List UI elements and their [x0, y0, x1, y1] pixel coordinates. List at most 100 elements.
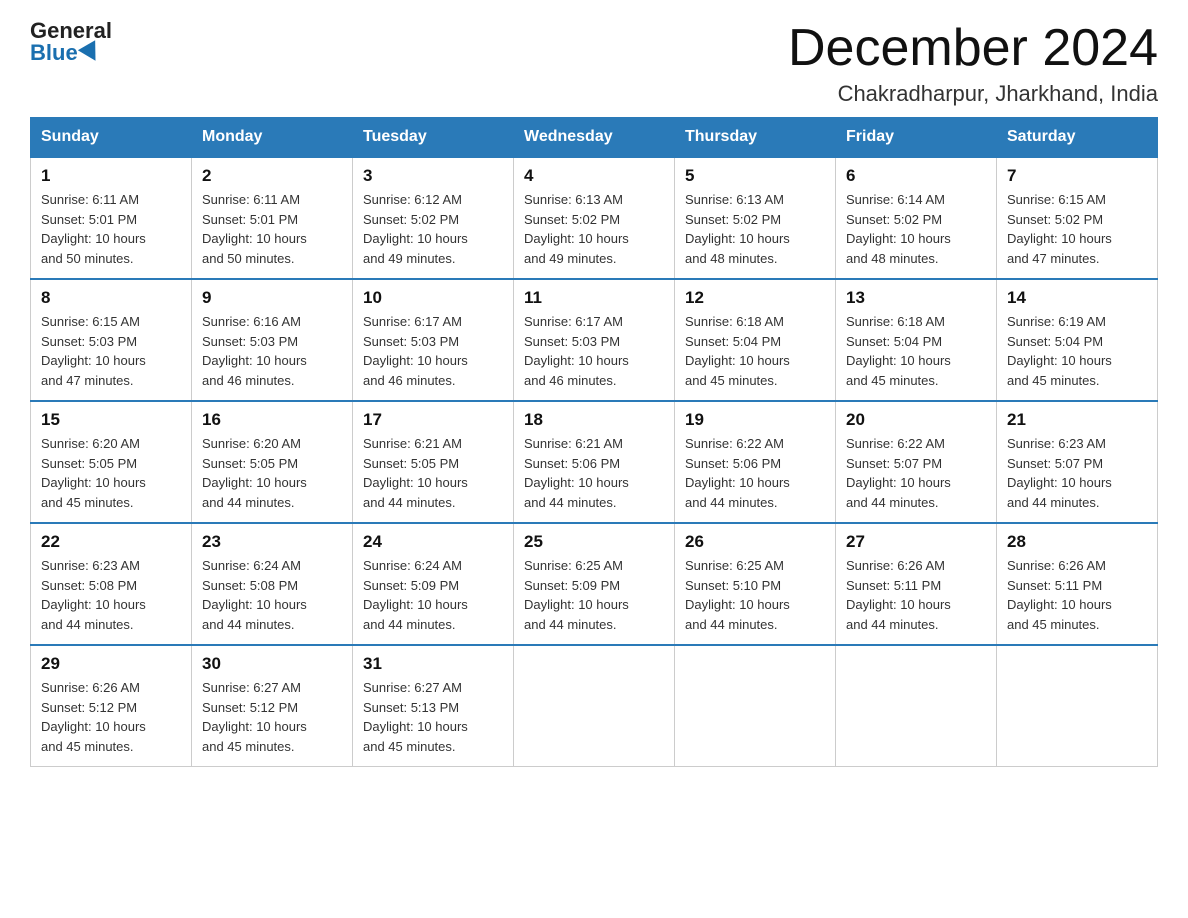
day-number: 13	[846, 288, 986, 308]
day-info: Sunrise: 6:25 AMSunset: 5:09 PMDaylight:…	[524, 558, 629, 632]
day-number: 28	[1007, 532, 1147, 552]
calendar-title: December 2024	[788, 20, 1158, 77]
day-info: Sunrise: 6:24 AMSunset: 5:08 PMDaylight:…	[202, 558, 307, 632]
logo-general-text: General	[30, 20, 112, 42]
calendar-cell: 16 Sunrise: 6:20 AMSunset: 5:05 PMDaylig…	[192, 401, 353, 523]
calendar-cell: 3 Sunrise: 6:12 AMSunset: 5:02 PMDayligh…	[353, 157, 514, 279]
calendar-cell: 1 Sunrise: 6:11 AMSunset: 5:01 PMDayligh…	[31, 157, 192, 279]
calendar-cell: 11 Sunrise: 6:17 AMSunset: 5:03 PMDaylig…	[514, 279, 675, 401]
calendar-cell	[514, 645, 675, 767]
day-info: Sunrise: 6:11 AMSunset: 5:01 PMDaylight:…	[202, 192, 307, 266]
day-number: 22	[41, 532, 181, 552]
calendar-cell: 25 Sunrise: 6:25 AMSunset: 5:09 PMDaylig…	[514, 523, 675, 645]
calendar-cell: 13 Sunrise: 6:18 AMSunset: 5:04 PMDaylig…	[836, 279, 997, 401]
calendar-cell: 9 Sunrise: 6:16 AMSunset: 5:03 PMDayligh…	[192, 279, 353, 401]
day-number: 24	[363, 532, 503, 552]
day-info: Sunrise: 6:22 AMSunset: 5:07 PMDaylight:…	[846, 436, 951, 510]
header-monday: Monday	[192, 118, 353, 158]
day-number: 5	[685, 166, 825, 186]
calendar-cell: 12 Sunrise: 6:18 AMSunset: 5:04 PMDaylig…	[675, 279, 836, 401]
day-number: 16	[202, 410, 342, 430]
day-number: 12	[685, 288, 825, 308]
header-sunday: Sunday	[31, 118, 192, 158]
day-info: Sunrise: 6:25 AMSunset: 5:10 PMDaylight:…	[685, 558, 790, 632]
day-number: 17	[363, 410, 503, 430]
day-number: 20	[846, 410, 986, 430]
calendar-cell: 26 Sunrise: 6:25 AMSunset: 5:10 PMDaylig…	[675, 523, 836, 645]
day-number: 9	[202, 288, 342, 308]
calendar-cell: 6 Sunrise: 6:14 AMSunset: 5:02 PMDayligh…	[836, 157, 997, 279]
day-number: 11	[524, 288, 664, 308]
day-number: 14	[1007, 288, 1147, 308]
calendar-cell: 14 Sunrise: 6:19 AMSunset: 5:04 PMDaylig…	[997, 279, 1158, 401]
day-info: Sunrise: 6:18 AMSunset: 5:04 PMDaylight:…	[685, 314, 790, 388]
calendar-cell: 5 Sunrise: 6:13 AMSunset: 5:02 PMDayligh…	[675, 157, 836, 279]
day-info: Sunrise: 6:26 AMSunset: 5:12 PMDaylight:…	[41, 680, 146, 754]
day-number: 3	[363, 166, 503, 186]
day-info: Sunrise: 6:26 AMSunset: 5:11 PMDaylight:…	[1007, 558, 1112, 632]
calendar-cell	[675, 645, 836, 767]
day-info: Sunrise: 6:18 AMSunset: 5:04 PMDaylight:…	[846, 314, 951, 388]
day-info: Sunrise: 6:21 AMSunset: 5:06 PMDaylight:…	[524, 436, 629, 510]
day-info: Sunrise: 6:23 AMSunset: 5:07 PMDaylight:…	[1007, 436, 1112, 510]
day-info: Sunrise: 6:27 AMSunset: 5:13 PMDaylight:…	[363, 680, 468, 754]
calendar-cell: 18 Sunrise: 6:21 AMSunset: 5:06 PMDaylig…	[514, 401, 675, 523]
day-number: 15	[41, 410, 181, 430]
day-number: 10	[363, 288, 503, 308]
day-info: Sunrise: 6:17 AMSunset: 5:03 PMDaylight:…	[524, 314, 629, 388]
calendar-cell: 29 Sunrise: 6:26 AMSunset: 5:12 PMDaylig…	[31, 645, 192, 767]
calendar-cell: 8 Sunrise: 6:15 AMSunset: 5:03 PMDayligh…	[31, 279, 192, 401]
calendar-cell: 17 Sunrise: 6:21 AMSunset: 5:05 PMDaylig…	[353, 401, 514, 523]
calendar-week-5: 29 Sunrise: 6:26 AMSunset: 5:12 PMDaylig…	[31, 645, 1158, 767]
calendar-cell: 19 Sunrise: 6:22 AMSunset: 5:06 PMDaylig…	[675, 401, 836, 523]
calendar-cell: 24 Sunrise: 6:24 AMSunset: 5:09 PMDaylig…	[353, 523, 514, 645]
calendar-cell	[836, 645, 997, 767]
logo: General Blue	[30, 20, 112, 64]
day-number: 1	[41, 166, 181, 186]
calendar-cell: 27 Sunrise: 6:26 AMSunset: 5:11 PMDaylig…	[836, 523, 997, 645]
day-info: Sunrise: 6:21 AMSunset: 5:05 PMDaylight:…	[363, 436, 468, 510]
header-friday: Friday	[836, 118, 997, 158]
calendar-cell: 31 Sunrise: 6:27 AMSunset: 5:13 PMDaylig…	[353, 645, 514, 767]
title-block: December 2024 Chakradharpur, Jharkhand, …	[788, 20, 1158, 107]
calendar-week-1: 1 Sunrise: 6:11 AMSunset: 5:01 PMDayligh…	[31, 157, 1158, 279]
calendar-subtitle: Chakradharpur, Jharkhand, India	[788, 81, 1158, 107]
calendar-cell: 20 Sunrise: 6:22 AMSunset: 5:07 PMDaylig…	[836, 401, 997, 523]
day-info: Sunrise: 6:26 AMSunset: 5:11 PMDaylight:…	[846, 558, 951, 632]
calendar-header-row: SundayMondayTuesdayWednesdayThursdayFrid…	[31, 118, 1158, 158]
day-number: 29	[41, 654, 181, 674]
day-info: Sunrise: 6:20 AMSunset: 5:05 PMDaylight:…	[41, 436, 146, 510]
day-info: Sunrise: 6:11 AMSunset: 5:01 PMDaylight:…	[41, 192, 146, 266]
calendar-cell: 7 Sunrise: 6:15 AMSunset: 5:02 PMDayligh…	[997, 157, 1158, 279]
day-info: Sunrise: 6:13 AMSunset: 5:02 PMDaylight:…	[524, 192, 629, 266]
header-wednesday: Wednesday	[514, 118, 675, 158]
page-header: General Blue December 2024 Chakradharpur…	[30, 20, 1158, 107]
header-thursday: Thursday	[675, 118, 836, 158]
header-saturday: Saturday	[997, 118, 1158, 158]
day-info: Sunrise: 6:16 AMSunset: 5:03 PMDaylight:…	[202, 314, 307, 388]
calendar-cell: 2 Sunrise: 6:11 AMSunset: 5:01 PMDayligh…	[192, 157, 353, 279]
day-info: Sunrise: 6:13 AMSunset: 5:02 PMDaylight:…	[685, 192, 790, 266]
calendar-cell: 30 Sunrise: 6:27 AMSunset: 5:12 PMDaylig…	[192, 645, 353, 767]
calendar-week-2: 8 Sunrise: 6:15 AMSunset: 5:03 PMDayligh…	[31, 279, 1158, 401]
day-info: Sunrise: 6:17 AMSunset: 5:03 PMDaylight:…	[363, 314, 468, 388]
calendar-cell: 10 Sunrise: 6:17 AMSunset: 5:03 PMDaylig…	[353, 279, 514, 401]
calendar-table: SundayMondayTuesdayWednesdayThursdayFrid…	[30, 117, 1158, 767]
day-number: 27	[846, 532, 986, 552]
logo-blue-text: Blue	[30, 42, 101, 64]
day-info: Sunrise: 6:19 AMSunset: 5:04 PMDaylight:…	[1007, 314, 1112, 388]
day-info: Sunrise: 6:12 AMSunset: 5:02 PMDaylight:…	[363, 192, 468, 266]
day-info: Sunrise: 6:22 AMSunset: 5:06 PMDaylight:…	[685, 436, 790, 510]
day-number: 30	[202, 654, 342, 674]
day-number: 25	[524, 532, 664, 552]
day-number: 4	[524, 166, 664, 186]
day-number: 7	[1007, 166, 1147, 186]
logo-triangle-icon	[78, 40, 104, 66]
day-info: Sunrise: 6:27 AMSunset: 5:12 PMDaylight:…	[202, 680, 307, 754]
header-tuesday: Tuesday	[353, 118, 514, 158]
day-number: 21	[1007, 410, 1147, 430]
calendar-week-4: 22 Sunrise: 6:23 AMSunset: 5:08 PMDaylig…	[31, 523, 1158, 645]
day-number: 6	[846, 166, 986, 186]
calendar-cell: 28 Sunrise: 6:26 AMSunset: 5:11 PMDaylig…	[997, 523, 1158, 645]
day-number: 8	[41, 288, 181, 308]
